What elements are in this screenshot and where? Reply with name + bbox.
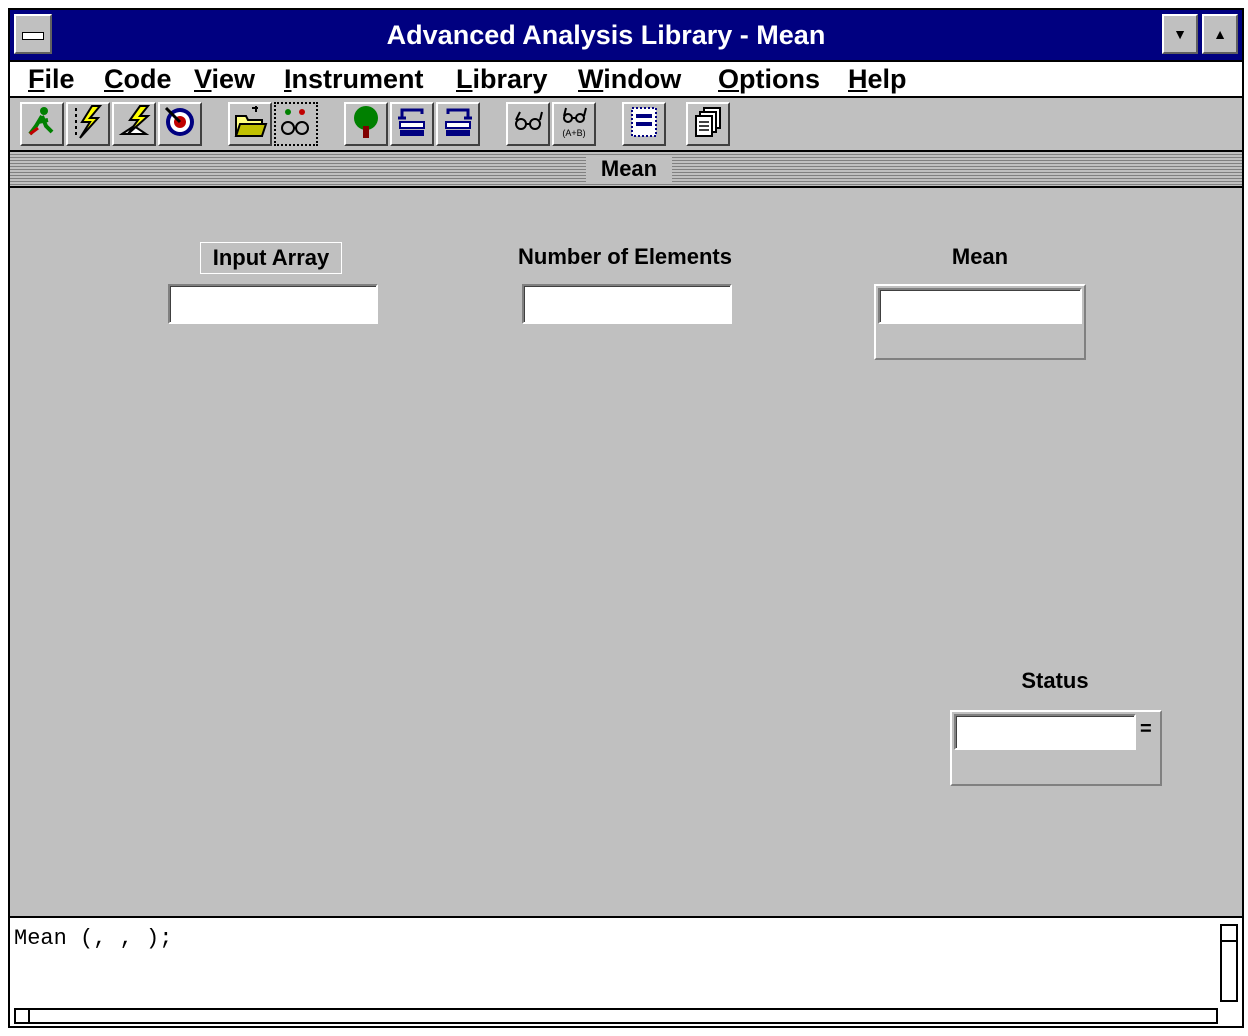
binoculars-icon[interactable]	[274, 102, 318, 146]
minimize-button[interactable]: ▼	[1162, 14, 1198, 54]
run-icon[interactable]	[20, 102, 64, 146]
tree-icon[interactable]	[344, 102, 388, 146]
title-bar[interactable]: Advanced Analysis Library - Mean ▼ ▲	[10, 10, 1242, 62]
run-step-icon[interactable]	[112, 102, 156, 146]
maximize-button[interactable]: ▲	[1202, 14, 1238, 54]
status-equals-indicator: =	[1140, 718, 1152, 740]
app-window: Advanced Analysis Library - Mean ▼ ▲ Fil…	[8, 8, 1244, 1028]
mean-output-box	[874, 284, 1086, 360]
menu-library[interactable]: Library	[456, 62, 548, 96]
horizontal-scrollbar[interactable]	[14, 1008, 1218, 1024]
menu-instrument[interactable]: Instrument	[284, 62, 424, 96]
copies-icon[interactable]	[686, 102, 730, 146]
menu-bar: File Code View Instrument Library Window…	[10, 62, 1242, 98]
code-area[interactable]: Mean (, , );	[10, 916, 1242, 1026]
open-folder-icon[interactable]	[228, 102, 272, 146]
menu-window[interactable]: Window	[578, 62, 681, 96]
menu-code[interactable]: Code	[104, 62, 172, 96]
status-output-box: =	[950, 710, 1162, 786]
number-of-elements-label: Number of Elements	[518, 244, 732, 269]
panel-title: Mean	[586, 156, 672, 182]
mean-label: Mean	[951, 244, 1009, 269]
system-menu-icon	[22, 32, 44, 40]
function-call-code: Mean (, , );	[14, 926, 173, 951]
panel-header: Mean	[10, 152, 1242, 188]
menu-options[interactable]: Options	[718, 62, 820, 96]
number-of-elements-field[interactable]	[522, 284, 732, 324]
system-menu-button[interactable]	[14, 14, 52, 54]
menu-view[interactable]: View	[194, 62, 255, 96]
insert-bottom-icon[interactable]	[436, 102, 480, 146]
horizontal-scroll-thumb[interactable]	[14, 1008, 30, 1024]
status-field[interactable]	[954, 714, 1136, 750]
glasses-icon[interactable]	[506, 102, 550, 146]
insert-top-icon[interactable]	[390, 102, 434, 146]
input-array-label: Input Array	[200, 242, 342, 274]
input-array-field[interactable]	[168, 284, 378, 324]
vertical-scroll-thumb[interactable]	[1220, 924, 1238, 942]
vertical-scrollbar[interactable]	[1220, 924, 1238, 1002]
lightning-icon[interactable]	[66, 102, 110, 146]
menu-file[interactable]: File	[28, 62, 75, 96]
status-label: Status	[1021, 668, 1089, 693]
mean-field[interactable]	[878, 288, 1082, 324]
target-icon[interactable]	[158, 102, 202, 146]
panel-icon[interactable]	[622, 102, 666, 146]
window-title: Advanced Analysis Library - Mean	[386, 20, 826, 50]
glasses-ab-text: (A+B)	[562, 128, 585, 138]
menu-help[interactable]: Help	[848, 62, 907, 96]
toolbar: (A+B)	[10, 98, 1242, 152]
glasses-ab-icon[interactable]: (A+B)	[552, 102, 596, 146]
